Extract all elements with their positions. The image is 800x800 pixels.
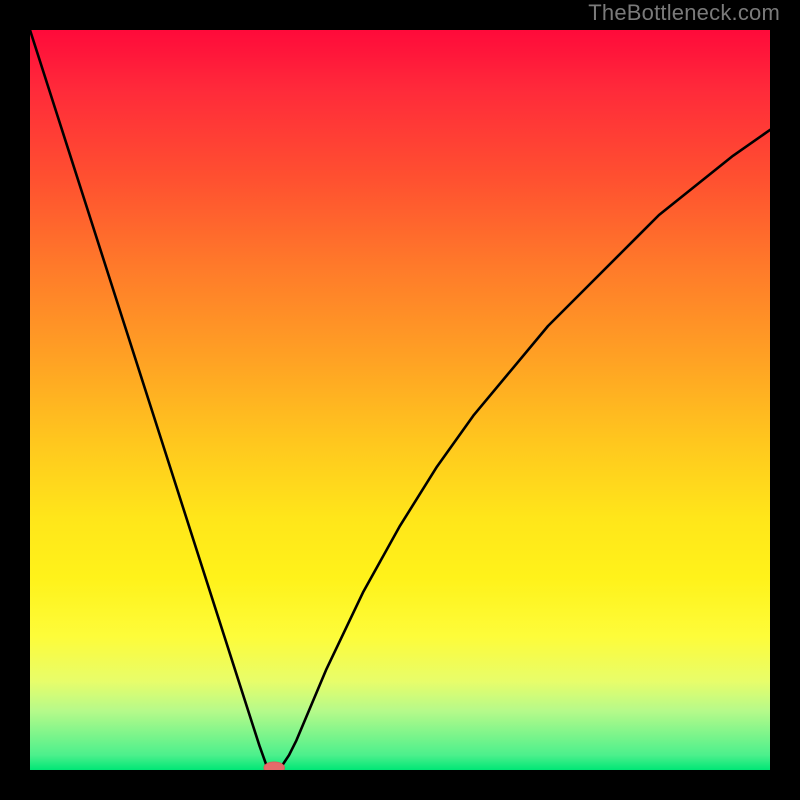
curve-layer	[30, 30, 770, 770]
bottleneck-curve	[30, 30, 770, 770]
watermark-text: TheBottleneck.com	[588, 0, 780, 26]
plot-area	[30, 30, 770, 770]
chart-frame: TheBottleneck.com	[0, 0, 800, 800]
